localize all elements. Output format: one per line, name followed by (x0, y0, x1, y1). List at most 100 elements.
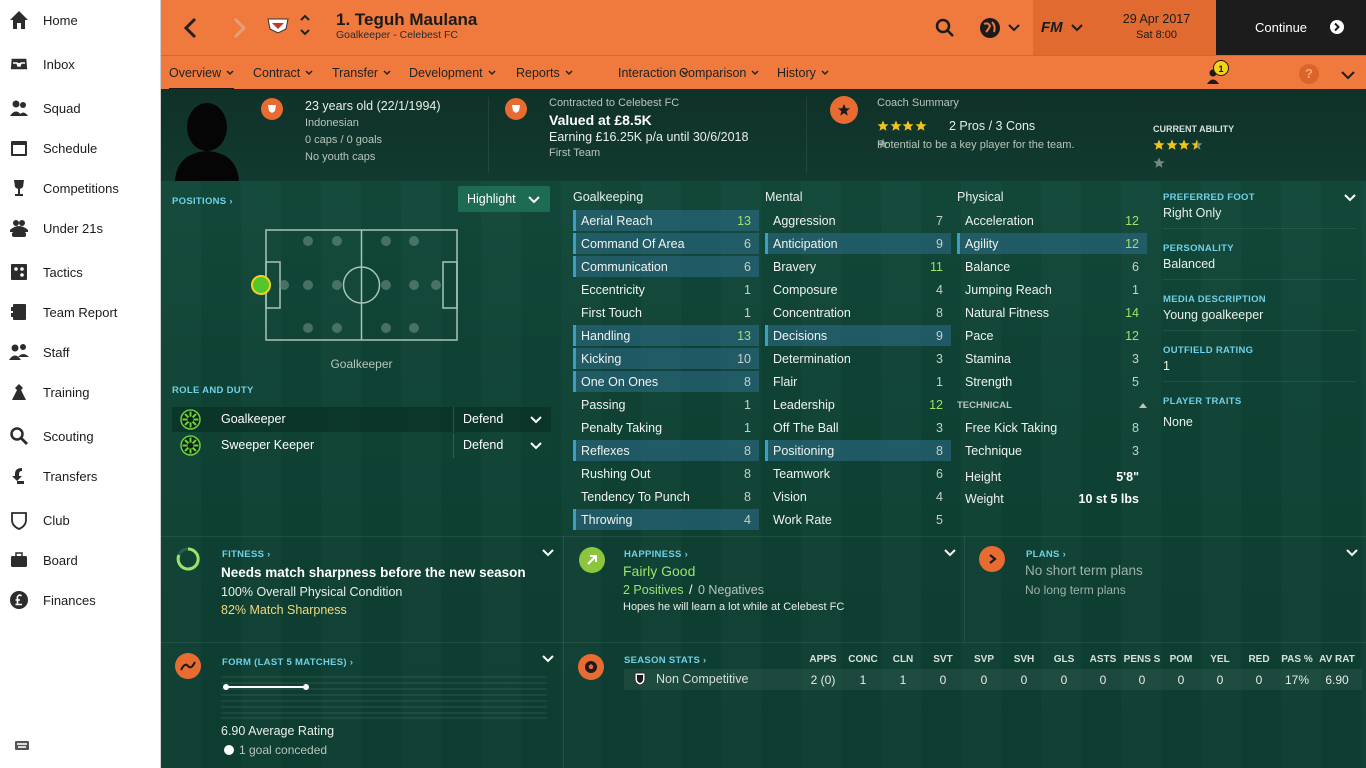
search-button[interactable] (934, 17, 956, 39)
attribute-row[interactable]: Agility 12 (957, 233, 1147, 254)
attribute-row[interactable]: Pace 12 (957, 325, 1147, 346)
attribute-row[interactable]: Rushing Out 8 (573, 463, 759, 484)
player-switch-stepper[interactable] (299, 12, 311, 38)
chevron-down-icon[interactable] (1346, 549, 1358, 557)
stat-column-header[interactable]: ASTS (1081, 654, 1125, 665)
attribute-row[interactable]: Natural Fitness 14 (957, 302, 1147, 323)
attribute-row[interactable]: One On Ones 8 (573, 371, 759, 392)
attribute-row[interactable]: Free Kick Taking 8 (957, 417, 1147, 438)
attribute-row[interactable]: Tendency To Punch 8 (573, 486, 759, 507)
sidebar-item-schedule[interactable]: Schedule (0, 128, 161, 168)
fitness-label[interactable]: FITNESS › (222, 549, 271, 560)
stat-column-header[interactable]: POM (1159, 654, 1203, 665)
sidebar-item-staff[interactable]: Staff (0, 332, 161, 372)
sidebar-item-squad[interactable]: Squad (0, 88, 161, 128)
sidebar-item-training[interactable]: Training (0, 372, 161, 412)
attribute-row[interactable]: Leadership 12 (765, 394, 951, 415)
tab-overview[interactable]: Overview (169, 56, 235, 90)
attribute-row[interactable]: Aerial Reach 13 (573, 210, 759, 231)
attribute-row[interactable]: Balance 6 (957, 256, 1147, 277)
attribute-row[interactable]: Jumping Reach 1 (957, 279, 1147, 300)
attribute-row[interactable]: Off The Ball 3 (765, 417, 951, 438)
tab-development[interactable]: Development (409, 56, 496, 90)
sidebar-item-club[interactable]: Club (0, 500, 161, 540)
fm-menu-button[interactable]: FM (1033, 0, 1097, 55)
role-row[interactable]: Goalkeeper Defend (172, 407, 551, 432)
attribute-row[interactable]: Passing 1 (573, 394, 759, 415)
stat-column-header[interactable]: CLN (881, 654, 925, 665)
attribute-row[interactable]: Composure 4 (765, 279, 951, 300)
attribute-row[interactable]: Anticipation 9 (765, 233, 951, 254)
attribute-row[interactable]: Communication 6 (573, 256, 759, 277)
date-panel[interactable]: 29 Apr 2017 Sat 8:00 (1097, 0, 1216, 55)
sidebar-item-under-21s[interactable]: Under 21s (0, 208, 161, 248)
sidebar-item-finances[interactable]: Finances (0, 580, 161, 620)
sidebar-item-board[interactable]: Board (0, 540, 161, 580)
chevron-down-icon[interactable] (542, 549, 554, 557)
attribute-row[interactable]: Acceleration 12 (957, 210, 1147, 231)
sidebar-item-team-report[interactable]: Team Report (0, 292, 161, 332)
attribute-row[interactable]: Teamwork 6 (765, 463, 951, 484)
staff-notification-button[interactable]: 1 (1203, 60, 1233, 86)
attribute-row[interactable]: Positioning 8 (765, 440, 951, 461)
attribute-row[interactable]: Technique 3 (957, 440, 1147, 461)
attribute-row[interactable]: Throwing 4 (573, 509, 759, 530)
forward-button[interactable] (229, 16, 249, 40)
stat-column-header[interactable]: AV RAT (1315, 654, 1359, 665)
stat-column-header[interactable]: APPS (801, 654, 845, 665)
plans-label[interactable]: PLANS › (1026, 549, 1066, 560)
attribute-row[interactable]: Concentration 8 (765, 302, 951, 323)
back-button[interactable] (181, 16, 201, 40)
attribute-row[interactable]: Kicking 10 (573, 348, 759, 369)
attribute-row[interactable]: Flair 1 (765, 371, 951, 392)
chevron-down-icon[interactable] (944, 549, 956, 557)
nav-options-button[interactable] (1341, 67, 1355, 80)
world-menu-button[interactable] (978, 16, 1022, 40)
attribute-row[interactable]: Strength 5 (957, 371, 1147, 392)
stat-column-header[interactable]: SVP (962, 654, 1006, 665)
highlight-dropdown[interactable]: Highlight (458, 186, 550, 212)
attribute-row[interactable]: Work Rate 5 (765, 509, 951, 530)
tab-comparison[interactable]: Comparison (679, 56, 759, 90)
duty-dropdown[interactable]: Defend (453, 407, 551, 432)
role-row[interactable]: Sweeper Keeper Defend (172, 433, 551, 458)
stat-column-header[interactable]: PENS S (1120, 654, 1164, 665)
chevron-down-icon[interactable] (1344, 194, 1356, 202)
collapse-technical-icon[interactable] (1139, 402, 1147, 408)
season-stats-label[interactable]: SEASON STATS › (624, 655, 707, 666)
form-label[interactable]: FORM (LAST 5 MATCHES) › (222, 657, 353, 668)
sidebar-item-scouting[interactable]: Scouting (0, 416, 161, 456)
attribute-row[interactable]: Decisions 9 (765, 325, 951, 346)
positions-label[interactable]: POSITIONS › (172, 196, 233, 207)
attribute-row[interactable]: First Touch 1 (573, 302, 759, 323)
duty-dropdown[interactable]: Defend (453, 433, 551, 458)
help-button[interactable]: ? (1299, 64, 1319, 84)
keyboard-icon[interactable] (15, 737, 29, 750)
attribute-row[interactable]: Bravery 11 (765, 256, 951, 277)
stat-column-header[interactable]: SVT (921, 654, 965, 665)
sidebar-item-home[interactable]: Home (0, 0, 161, 40)
stat-column-header[interactable]: SVH (1002, 654, 1046, 665)
sidebar-item-transfers[interactable]: Transfers (0, 456, 161, 496)
sidebar-item-inbox[interactable]: Inbox (0, 44, 161, 84)
tab-history[interactable]: History (777, 56, 829, 90)
attribute-row[interactable]: Eccentricity 1 (573, 279, 759, 300)
attribute-row[interactable]: Stamina 3 (957, 348, 1147, 369)
attribute-row[interactable]: Handling 13 (573, 325, 759, 346)
chevron-down-icon[interactable] (542, 655, 554, 663)
tab-transfer[interactable]: Transfer (332, 56, 391, 90)
happiness-label[interactable]: HAPPINESS › (624, 549, 688, 560)
attribute-row[interactable]: Command Of Area 6 (573, 233, 759, 254)
stat-column-header[interactable]: CONC (841, 654, 885, 665)
attribute-row[interactable]: Aggression 7 (765, 210, 951, 231)
attribute-row[interactable]: Determination 3 (765, 348, 951, 369)
stat-column-header[interactable]: PAS % (1275, 654, 1319, 665)
tab-reports[interactable]: Reports (516, 56, 573, 90)
tab-contract[interactable]: Contract (253, 56, 313, 90)
attribute-row[interactable]: Penalty Taking 1 (573, 417, 759, 438)
stat-column-header[interactable]: YEL (1198, 654, 1242, 665)
continue-button[interactable]: Continue (1216, 0, 1366, 55)
attribute-row[interactable]: Reflexes 8 (573, 440, 759, 461)
stat-column-header[interactable]: GLS (1042, 654, 1086, 665)
sidebar-item-tactics[interactable]: Tactics (0, 252, 161, 292)
